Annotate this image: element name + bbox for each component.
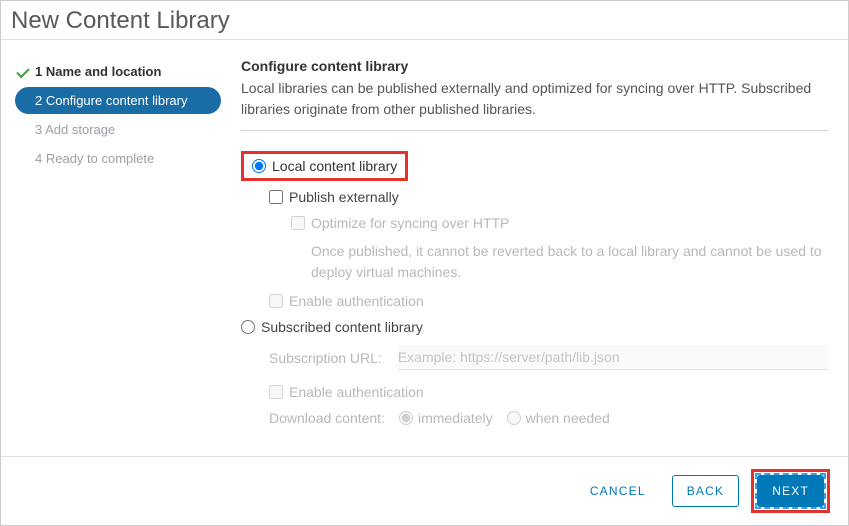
local-content-library-label: Local content library: [272, 158, 397, 174]
wizard-title: New Content Library: [1, 1, 848, 40]
optimize-http-row: Optimize for syncing over HTTP: [291, 215, 828, 231]
step-label: 1 Name and location: [35, 64, 161, 79]
wizard-steps-sidebar: 1 Name and location 2 Configure content …: [1, 40, 221, 456]
enable-auth-subscribed-row: Enable authentication: [269, 384, 828, 400]
optimize-http-checkbox: [291, 216, 305, 230]
section-heading: Configure content library: [241, 58, 828, 74]
step-add-storage: 3 Add storage: [15, 116, 221, 143]
optimize-http-description: Once published, it cannot be reverted ba…: [311, 241, 828, 283]
enable-auth-subscribed-checkbox: [269, 385, 283, 399]
highlight-next-button: NEXT: [751, 469, 830, 513]
back-button[interactable]: BACK: [672, 475, 739, 507]
publish-externally-label: Publish externally: [289, 189, 399, 205]
enable-auth-checkbox: [269, 294, 283, 308]
step-label: 3 Add storage: [35, 122, 115, 137]
step-configure-content-library[interactable]: 2 Configure content library: [15, 87, 221, 114]
step-label: 4 Ready to complete: [35, 151, 154, 166]
download-immediately-radio: [399, 411, 413, 425]
optimize-http-label: Optimize for syncing over HTTP: [311, 215, 509, 231]
publish-externally-row[interactable]: Publish externally: [269, 189, 828, 205]
wizard-dialog: New Content Library 1 Name and location …: [0, 0, 849, 526]
enable-auth-label: Enable authentication: [289, 293, 424, 309]
next-button[interactable]: NEXT: [757, 475, 824, 507]
download-when-needed-option: when needed: [507, 410, 610, 426]
step-ready-to-complete: 4 Ready to complete: [15, 145, 221, 172]
download-content-label: Download content:: [269, 410, 385, 426]
download-immediately-option: immediately: [399, 410, 493, 426]
section-description: Local libraries can be published externa…: [241, 78, 828, 131]
wizard-body: 1 Name and location 2 Configure content …: [1, 40, 848, 456]
download-content-row: Download content: immediately when neede…: [269, 410, 828, 426]
subscribed-content-library-row[interactable]: Subscribed content library: [241, 319, 828, 335]
highlight-local-content-library: Local content library: [241, 151, 408, 181]
enable-auth-row: Enable authentication: [269, 293, 828, 309]
step-label: 2 Configure content library: [35, 93, 187, 108]
download-immediately-label: immediately: [418, 410, 493, 426]
download-when-needed-radio: [507, 411, 521, 425]
wizard-main-panel: Configure content library Local librarie…: [221, 40, 848, 456]
cancel-button[interactable]: CANCEL: [576, 476, 660, 506]
subscribed-content-library-radio[interactable]: [241, 320, 255, 334]
enable-auth-subscribed-label: Enable authentication: [289, 384, 424, 400]
subscription-url-label: Subscription URL:: [269, 350, 382, 366]
subscription-url-row: Subscription URL:: [269, 345, 828, 370]
wizard-footer: CANCEL BACK NEXT: [1, 456, 848, 525]
subscription-url-input: [398, 345, 828, 370]
download-when-needed-label: when needed: [526, 410, 610, 426]
publish-externally-checkbox[interactable]: [269, 190, 283, 204]
local-content-library-radio[interactable]: [252, 159, 266, 173]
subscribed-content-library-label: Subscribed content library: [261, 319, 423, 335]
step-name-and-location[interactable]: 1 Name and location: [15, 58, 221, 85]
